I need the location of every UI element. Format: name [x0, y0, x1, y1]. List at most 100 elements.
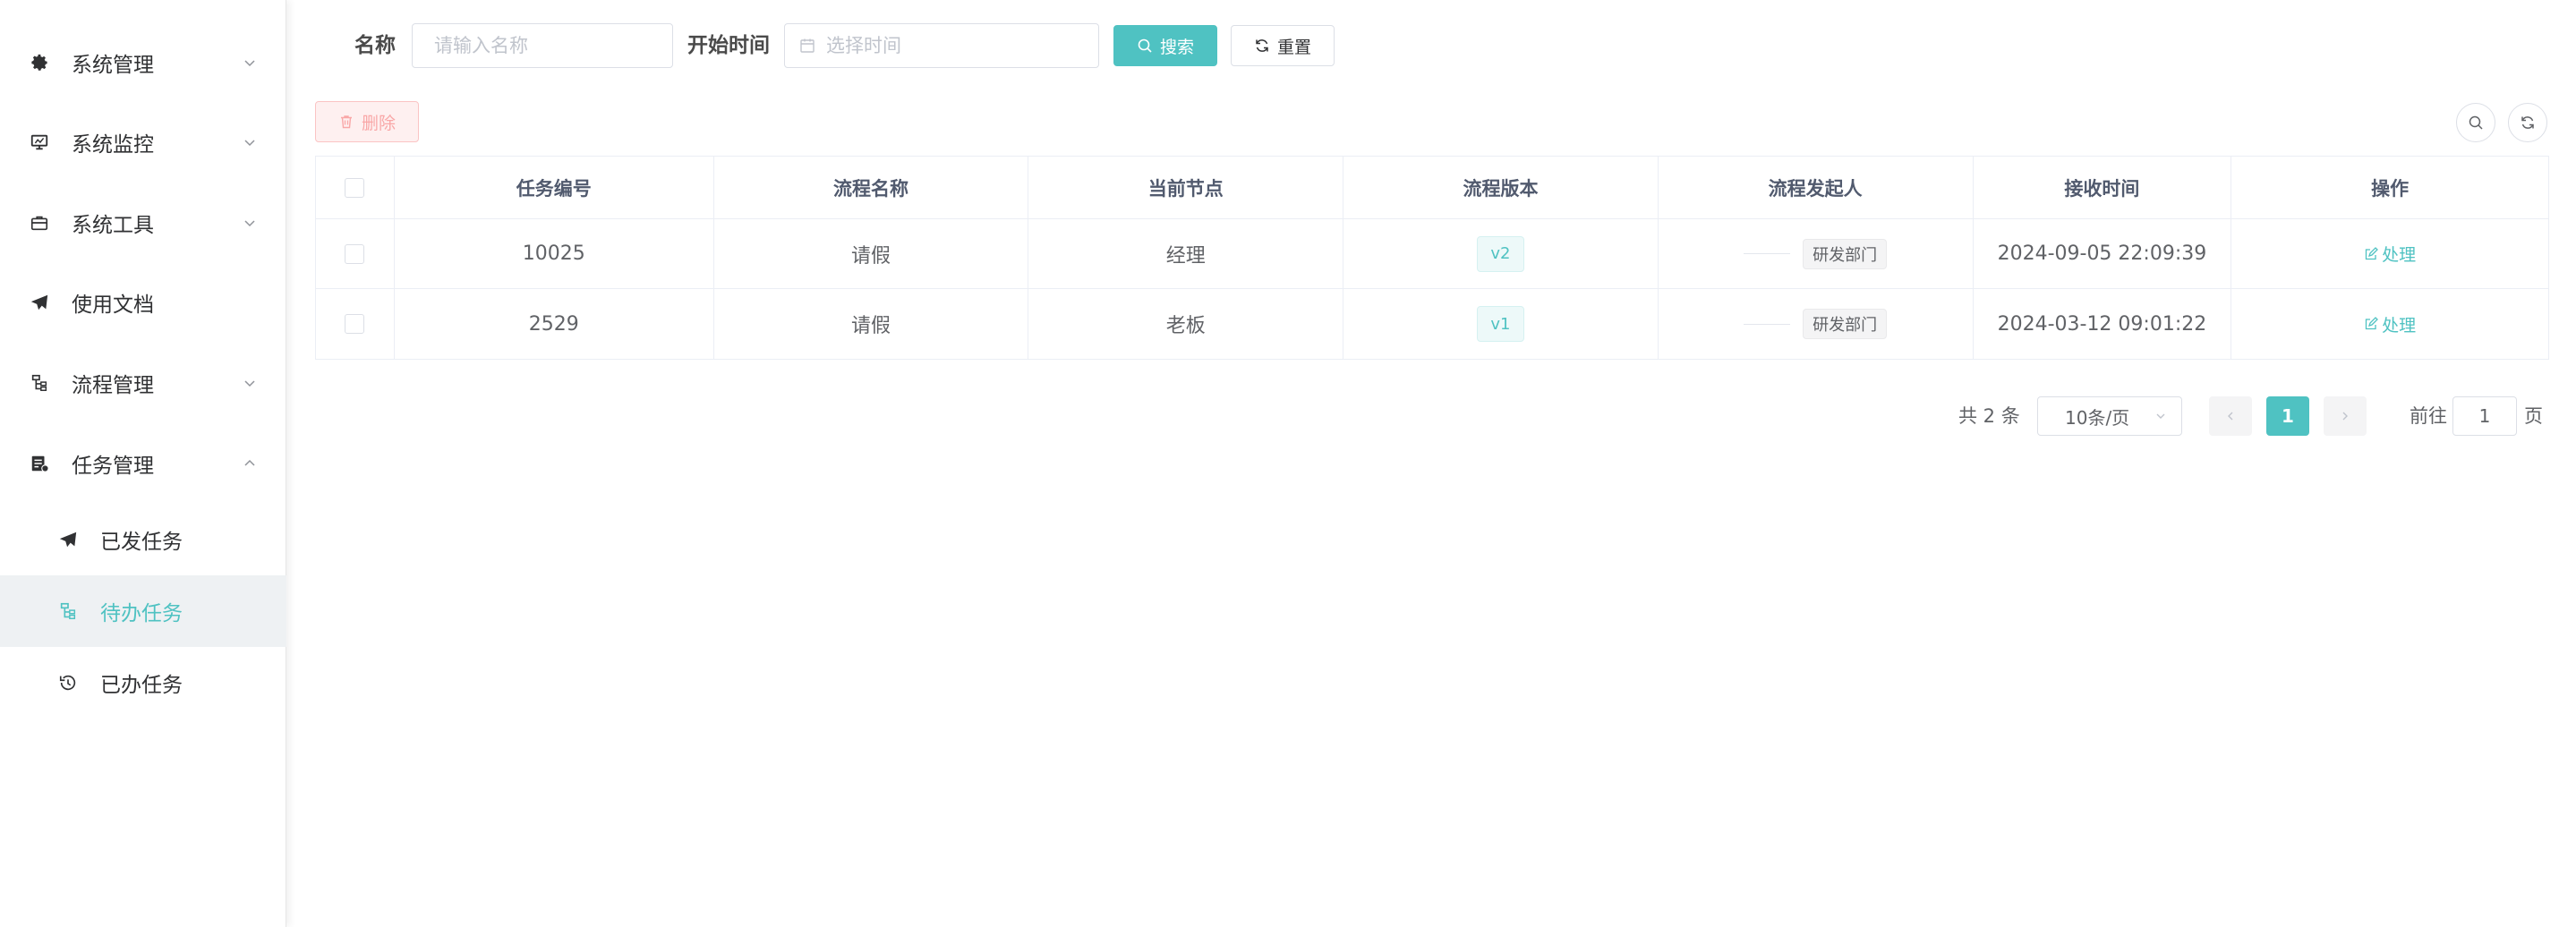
- task-icon: [29, 453, 50, 474]
- name-label: 名称: [354, 34, 396, 57]
- goto-page-input[interactable]: [2453, 405, 2516, 427]
- sidebar-item-docs[interactable]: 使用文档: [0, 262, 286, 343]
- column-header: 当前节点: [1028, 157, 1344, 218]
- received-time-cell: 2024-03-12 09:01:22: [1974, 289, 2232, 359]
- goto-page-field[interactable]: [2452, 396, 2517, 436]
- sidebar-item-system-monitor[interactable]: 系统监控: [0, 102, 286, 183]
- delete-button[interactable]: 删除: [315, 101, 419, 142]
- table-row: 2529 请假 老板 v1 研发部门 2024-03-12 09:01:22 处…: [316, 289, 2548, 359]
- starter-name-placeholder: [1744, 323, 1791, 325]
- starter-info: 研发部门: [1744, 238, 1888, 269]
- history-icon: [57, 672, 79, 693]
- chevron-down-icon: [2154, 410, 2167, 422]
- row-select-cell: [316, 219, 395, 288]
- starter-cell: 研发部门: [1659, 289, 1974, 359]
- name-input[interactable]: [434, 35, 672, 56]
- table-header: 任务编号 流程名称 当前节点 流程版本 流程发起人 接收时间 操作: [316, 157, 2548, 219]
- goto-label: 前往: [2410, 405, 2447, 427]
- version-tag: v2: [1477, 235, 1524, 272]
- sidebar-subitem-sent-tasks[interactable]: 已发任务: [0, 504, 286, 575]
- search-icon: [1137, 38, 1153, 54]
- process-name-cell: 请假: [714, 219, 1029, 288]
- sidebar-item-label: 流程管理: [72, 374, 154, 397]
- task-id-cell: 10025: [395, 219, 714, 288]
- handle-button[interactable]: 处理: [2364, 312, 2416, 336]
- page-size-value: 10条/页: [2065, 406, 2130, 429]
- received-time-cell: 2024-09-05 22:09:39: [1974, 219, 2232, 288]
- handle-button-label: 处理: [2382, 315, 2417, 336]
- task-table: 任务编号 流程名称 当前节点 流程版本 流程发起人 接收时间 操作 10025 …: [315, 156, 2549, 360]
- chevron-down-icon: [242, 215, 258, 231]
- action-cell: 处理: [2231, 289, 2548, 359]
- column-header: 任务编号: [395, 157, 714, 218]
- row-checkbox[interactable]: [345, 314, 365, 334]
- sidebar-subitem-done-tasks[interactable]: 已办任务: [0, 647, 286, 719]
- sidebar-item-process-management[interactable]: 流程管理: [0, 343, 286, 423]
- column-header: 流程名称: [714, 157, 1029, 218]
- page-unit-label: 页: [2524, 405, 2543, 427]
- edit-icon: [2364, 317, 2379, 331]
- search-button[interactable]: 搜索: [1113, 25, 1217, 66]
- select-all-checkbox[interactable]: [345, 177, 365, 198]
- calendar-icon: [799, 38, 815, 54]
- row-checkbox[interactable]: [345, 243, 365, 264]
- start-time-input[interactable]: [826, 35, 1098, 56]
- refresh-icon: [2520, 115, 2536, 131]
- starter-name-placeholder: [1744, 253, 1791, 254]
- refresh-table-button[interactable]: [2508, 103, 2547, 142]
- chevron-down-icon: [242, 134, 258, 150]
- page-size-select[interactable]: 10条/页: [2037, 396, 2182, 436]
- column-header: 流程版本: [1343, 157, 1659, 218]
- row-select-cell: [316, 289, 395, 359]
- header-select-cell: [316, 157, 395, 218]
- department-tag: 研发部门: [1803, 238, 1888, 269]
- sidebar-subitem-label: 已办任务: [100, 674, 183, 697]
- handle-button-label: 处理: [2382, 245, 2417, 265]
- version-cell: v1: [1343, 289, 1659, 359]
- action-cell: 处理: [2231, 219, 2548, 288]
- chevron-down-icon: [242, 375, 258, 391]
- reset-button-label: 重置: [1276, 37, 1311, 57]
- name-input-wrapper[interactable]: [412, 23, 673, 68]
- sidebar-subitem-todo-tasks[interactable]: 待办任务: [0, 575, 286, 647]
- edit-icon: [2364, 246, 2379, 261]
- column-header: 流程发起人: [1659, 157, 1974, 218]
- version-tag: v1: [1477, 306, 1524, 342]
- paper-plane-icon: [57, 529, 79, 550]
- version-cell: v2: [1343, 219, 1659, 288]
- current-node-cell: 经理: [1028, 219, 1344, 288]
- sidebar-item-label: 系统工具: [72, 214, 154, 237]
- starter-cell: 研发部门: [1659, 219, 1974, 288]
- sidebar-item-system-tools[interactable]: 系统工具: [0, 183, 286, 263]
- start-time-picker[interactable]: [784, 23, 1099, 68]
- handle-button[interactable]: 处理: [2364, 242, 2416, 266]
- chevron-up-icon: [242, 455, 258, 472]
- search-button-label: 搜索: [1159, 37, 1194, 57]
- column-header: 操作: [2371, 177, 2410, 200]
- sidebar: 系统管理 系统监控 系统工具 使用文档 流程管理 任务管理 已发任务 待办任务 …: [0, 0, 286, 927]
- sidebar-item-label: 使用文档: [72, 293, 154, 317]
- sidebar-item-label: 系统监控: [72, 133, 154, 157]
- chevron-right-icon: [2339, 410, 2351, 422]
- reset-button[interactable]: 重置: [1231, 25, 1335, 66]
- trash-icon: [338, 114, 354, 130]
- search-icon: [2468, 115, 2484, 131]
- sidebar-item-task-management[interactable]: 任务管理: [0, 423, 286, 504]
- pagination-total: 共 2 条: [1958, 405, 2020, 427]
- process-name-cell: 请假: [714, 289, 1029, 359]
- toolbox-icon: [29, 212, 50, 234]
- task-id-cell: 2529: [395, 289, 714, 359]
- prev-page-button[interactable]: [2209, 396, 2252, 436]
- next-page-button[interactable]: [2324, 396, 2367, 436]
- flow-icon: [29, 372, 50, 394]
- start-time-label: 开始时间: [687, 34, 770, 57]
- sidebar-item-system-management[interactable]: 系统管理: [0, 22, 286, 103]
- starter-info: 研发部门: [1744, 309, 1888, 339]
- flow-icon: [57, 600, 79, 622]
- chevron-down-icon: [242, 55, 258, 71]
- toggle-search-button[interactable]: [2456, 103, 2495, 142]
- delete-button-label: 删除: [361, 113, 396, 133]
- refresh-icon: [1254, 38, 1270, 54]
- sidebar-subitem-label: 已发任务: [100, 531, 183, 554]
- page-number-button[interactable]: 1: [2266, 396, 2309, 436]
